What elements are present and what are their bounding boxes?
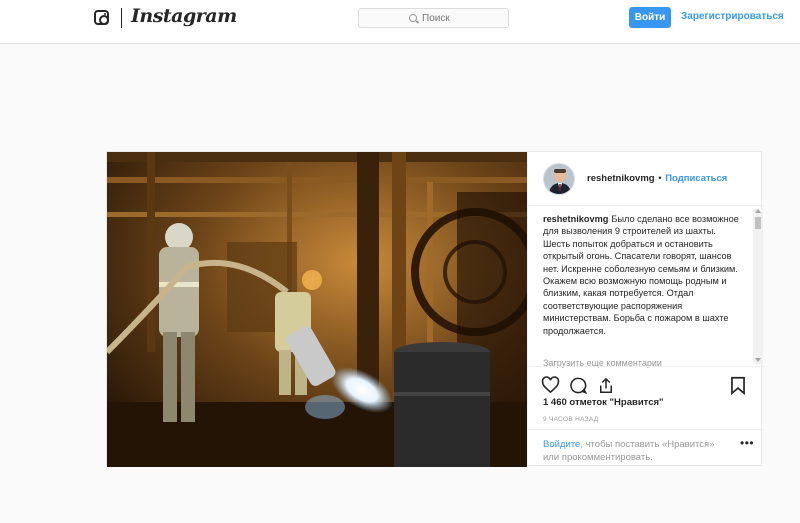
scroll-up-arrow-icon[interactable] <box>755 209 761 213</box>
caption-username[interactable]: reshetnikovmg <box>543 214 608 224</box>
post-timestamp: 9 ЧАСОВ НАЗАД <box>543 416 599 423</box>
post-photo[interactable] <box>107 152 527 467</box>
top-navigation: Instagram Войти Зарегистрироваться <box>0 0 800 44</box>
heart-icon[interactable] <box>540 375 560 395</box>
comments-scrollbar[interactable] <box>753 209 763 364</box>
instagram-wordmark[interactable]: Instagram <box>131 5 237 27</box>
post-card: reshetnikovmg • Подписаться reshetnikovm… <box>106 151 764 467</box>
instagram-glyph-icon[interactable] <box>94 10 109 25</box>
likes-count[interactable]: 1 460 отметок "Нравится" <box>543 397 664 408</box>
follow-button[interactable]: Подписаться <box>665 173 727 184</box>
search-icon <box>409 14 417 22</box>
signup-link[interactable]: Зарегистрироваться <box>681 11 784 22</box>
post-username[interactable]: reshetnikovmg <box>587 173 655 184</box>
search-input[interactable] <box>422 12 458 24</box>
comment-icon[interactable] <box>568 375 588 395</box>
login-prompt: Войдите, чтобы поставить «Нравится» или … <box>543 438 733 464</box>
more-options-icon[interactable]: ••• <box>740 436 754 450</box>
scroll-down-arrow-icon[interactable] <box>755 358 761 362</box>
scroll-thumb[interactable] <box>755 217 761 229</box>
post-header-text: reshetnikovmg • Подписаться <box>587 173 727 184</box>
caption-text: Было сделано все возможное для вызволени… <box>543 214 739 336</box>
login-button[interactable]: Войти <box>629 7 671 28</box>
bookmark-icon[interactable] <box>728 375 748 395</box>
comments-area: reshetnikovmg Было сделано все возможное … <box>543 213 743 365</box>
post-header: reshetnikovmg • Подписаться <box>528 152 764 206</box>
post-side-panel: reshetnikovmg • Подписаться reshetnikovm… <box>527 152 764 467</box>
separator-dot: • <box>658 173 662 184</box>
login-link[interactable]: Войдите <box>543 439 580 450</box>
avatar[interactable] <box>543 163 575 195</box>
share-icon[interactable] <box>596 375 616 395</box>
logo-divider <box>121 8 122 28</box>
search-box[interactable] <box>358 8 509 28</box>
login-to-comment: Войдите, чтобы поставить «Нравится» или … <box>528 429 764 467</box>
